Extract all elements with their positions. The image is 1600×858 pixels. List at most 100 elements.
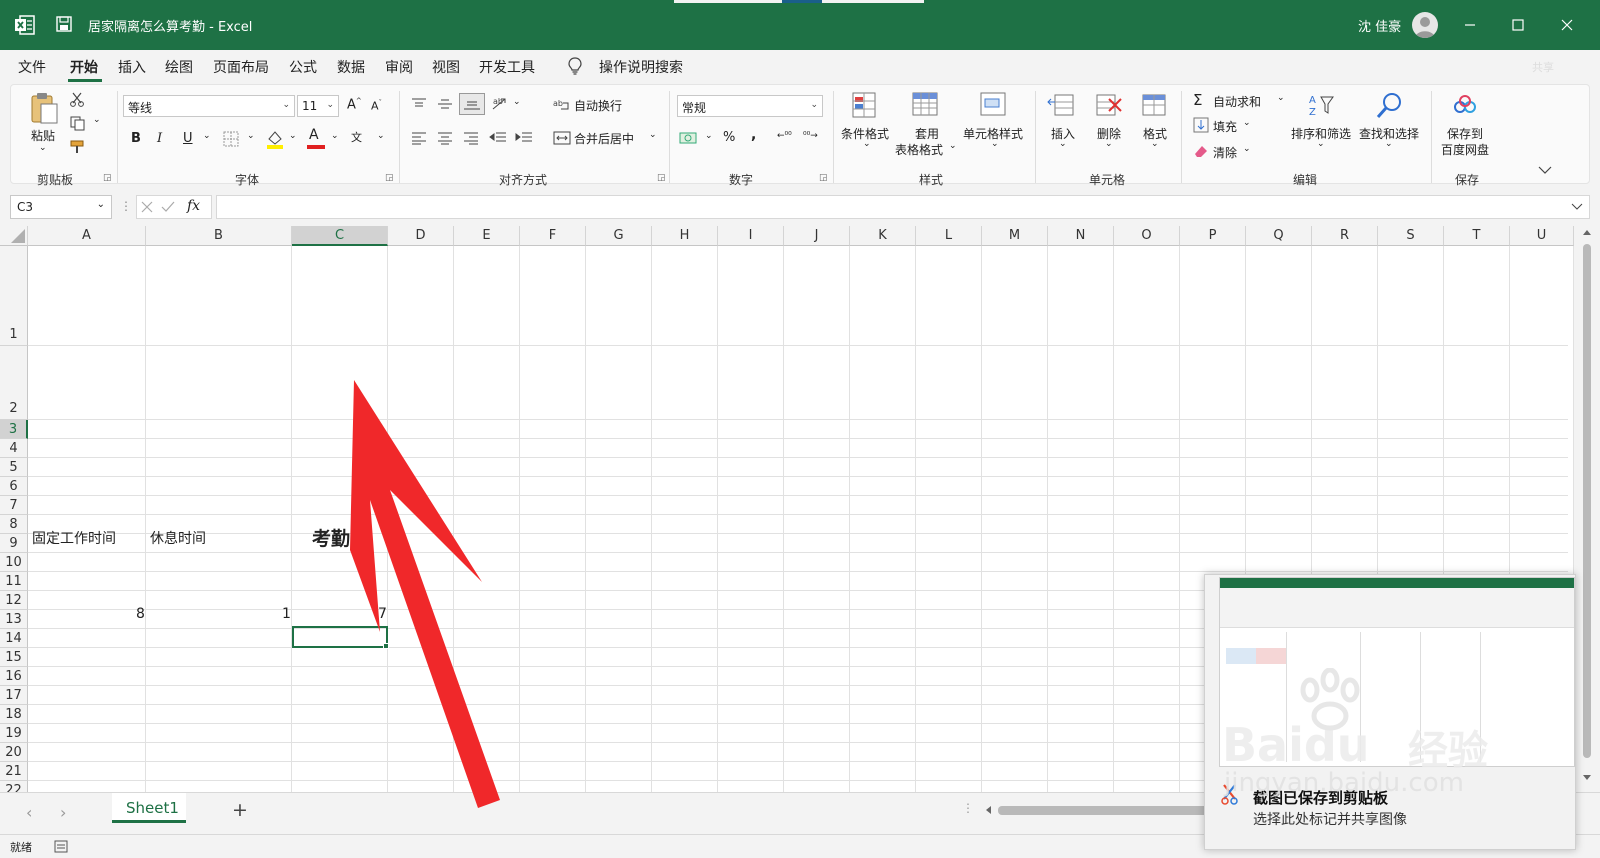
increase-decimal-button[interactable]: ←⁰⁰ xyxy=(777,131,792,141)
row-header-9[interactable]: 9 xyxy=(0,534,28,553)
expand-formula-icon[interactable] xyxy=(1571,203,1583,211)
column-header-E[interactable]: E xyxy=(454,226,520,246)
paste-label[interactable]: 粘贴 xyxy=(31,127,55,144)
tab-data[interactable]: 数据 xyxy=(337,57,365,77)
column-header-O[interactable]: O xyxy=(1114,226,1180,246)
shrink-font-button[interactable]: Aˇ xyxy=(371,99,382,113)
horizontal-scroll-thumb[interactable] xyxy=(998,806,1208,815)
maximize-button[interactable] xyxy=(1503,10,1533,40)
borders-icon[interactable] xyxy=(223,131,239,147)
formula-bar-splitter[interactable]: ⋮ xyxy=(120,199,132,213)
underline-dropdown-caret[interactable]: ⌄ xyxy=(203,131,211,141)
column-header-B[interactable]: B xyxy=(146,226,292,246)
row-header-20[interactable]: 20 xyxy=(0,743,28,762)
align-middle-icon[interactable] xyxy=(437,97,453,111)
conditional-dropdown-caret[interactable]: ⌄ xyxy=(863,139,871,149)
row-header-13[interactable]: 13 xyxy=(0,610,28,629)
fill-icon[interactable] xyxy=(1193,117,1209,133)
avatar[interactable] xyxy=(1412,12,1438,38)
column-header-R[interactable]: R xyxy=(1312,226,1378,246)
scroll-left-icon[interactable] xyxy=(984,805,992,815)
find-select-dropdown-caret[interactable]: ⌄ xyxy=(1385,139,1393,149)
column-header-P[interactable]: P xyxy=(1180,226,1246,246)
tab-page-layout[interactable]: 页面布局 xyxy=(213,57,269,77)
number-dialog-launcher-icon[interactable]: ◲ xyxy=(819,173,828,183)
baidu-netdisk-icon[interactable] xyxy=(1451,93,1479,117)
column-header-K[interactable]: K xyxy=(850,226,916,246)
merge-center-button[interactable]: 合并后居中 xyxy=(574,130,634,147)
hscroll-splitter[interactable]: ⋮ xyxy=(962,801,974,815)
enter-checkmark-icon[interactable] xyxy=(161,201,175,213)
column-header-G[interactable]: G xyxy=(586,226,652,246)
cell-B1[interactable]: 休息时间 xyxy=(150,528,206,548)
formula-input[interactable] xyxy=(216,195,1590,219)
cancel-icon[interactable] xyxy=(141,201,153,213)
vertical-scroll-thumb[interactable] xyxy=(1583,244,1591,758)
insert-function-button[interactable]: fx xyxy=(187,198,200,214)
percent-style-button[interactable]: % xyxy=(723,130,735,145)
row-header-16[interactable]: 16 xyxy=(0,667,28,686)
find-select-icon[interactable] xyxy=(1375,91,1405,121)
column-header-I[interactable]: I xyxy=(718,226,784,246)
align-bottom-button[interactable] xyxy=(459,93,485,115)
decrease-decimal-button[interactable]: ⁰⁰→ xyxy=(803,131,818,141)
eraser-icon[interactable] xyxy=(1193,143,1209,159)
font-name-dropdown[interactable]: 等线 ⌄ xyxy=(123,95,295,117)
insert-cells-icon[interactable] xyxy=(1047,91,1077,121)
cut-icon[interactable] xyxy=(69,91,87,107)
add-sheet-button[interactable]: + xyxy=(232,799,248,821)
row-header-3[interactable]: 3 xyxy=(0,420,28,439)
accounting-format-icon[interactable] xyxy=(679,129,699,147)
tab-draw[interactable]: 绘图 xyxy=(165,57,193,77)
clear-dropdown-caret[interactable]: ⌄ xyxy=(1243,144,1251,154)
column-header-H[interactable]: H xyxy=(652,226,718,246)
cell-styles-icon[interactable] xyxy=(979,91,1009,121)
column-header-S[interactable]: S xyxy=(1378,226,1444,246)
vertical-scrollbar[interactable] xyxy=(1574,226,1600,792)
font-size-dropdown[interactable]: 11 ⌄ xyxy=(297,95,339,117)
format-painter-icon[interactable] xyxy=(69,139,87,155)
format-cells-icon[interactable] xyxy=(1139,91,1169,121)
column-header-A[interactable]: A xyxy=(28,226,146,246)
comma-style-button[interactable]: , xyxy=(751,127,756,143)
phonetic-guide-button[interactable]: 文 xyxy=(351,129,362,145)
delete-cells-icon[interactable] xyxy=(1093,91,1123,121)
tab-home[interactable]: 开始 xyxy=(70,57,98,77)
copy-dropdown-caret[interactable]: ⌄ xyxy=(93,115,101,125)
paste-icon[interactable] xyxy=(29,91,59,125)
save-icon[interactable] xyxy=(56,16,72,32)
wrap-text-icon[interactable]: ab xyxy=(553,97,571,113)
format-as-table-button-line1[interactable]: 套用 xyxy=(915,125,939,142)
clear-button[interactable]: 清除 xyxy=(1213,144,1237,161)
row-header-4[interactable]: 4 xyxy=(0,439,28,458)
tell-me-search[interactable]: 操作说明搜索 xyxy=(599,57,683,77)
align-right-icon[interactable] xyxy=(463,131,479,145)
tab-review[interactable]: 审阅 xyxy=(385,57,413,77)
fill-button[interactable]: 填充 xyxy=(1213,118,1237,135)
decrease-indent-icon[interactable] xyxy=(489,131,507,145)
italic-button[interactable]: I xyxy=(157,131,162,146)
fill-color-icon[interactable] xyxy=(265,129,285,149)
row-header-5[interactable]: 5 xyxy=(0,458,28,477)
format-as-table-icon[interactable] xyxy=(911,91,941,121)
column-header-L[interactable]: L xyxy=(916,226,982,246)
tab-view[interactable]: 视图 xyxy=(432,57,460,77)
clipboard-dialog-launcher-icon[interactable]: ◲ xyxy=(103,173,112,183)
tab-formulas[interactable]: 公式 xyxy=(289,57,317,77)
merge-dropdown-caret[interactable]: ⌄ xyxy=(649,130,657,140)
format-as-table-button-line2[interactable]: 表格格式 xyxy=(895,141,943,158)
autosum-icon[interactable]: Σ xyxy=(1193,91,1202,109)
next-sheet-icon[interactable]: › xyxy=(60,803,66,822)
share-button[interactable]: 共享 xyxy=(1532,59,1554,75)
cell-C2[interactable]: 7 xyxy=(378,606,387,622)
row-header-14[interactable]: 14 xyxy=(0,629,28,648)
row-header-8[interactable]: 8 xyxy=(0,515,28,534)
font-color-dropdown-caret[interactable]: ⌄ xyxy=(331,131,339,141)
column-header-M[interactable]: M xyxy=(982,226,1048,246)
align-left-icon[interactable] xyxy=(411,131,427,145)
row-header-7[interactable]: 7 xyxy=(0,496,28,515)
column-header-F[interactable]: F xyxy=(520,226,586,246)
row-header-15[interactable]: 15 xyxy=(0,648,28,667)
column-header-D[interactable]: D xyxy=(388,226,454,246)
row-header-12[interactable]: 12 xyxy=(0,591,28,610)
